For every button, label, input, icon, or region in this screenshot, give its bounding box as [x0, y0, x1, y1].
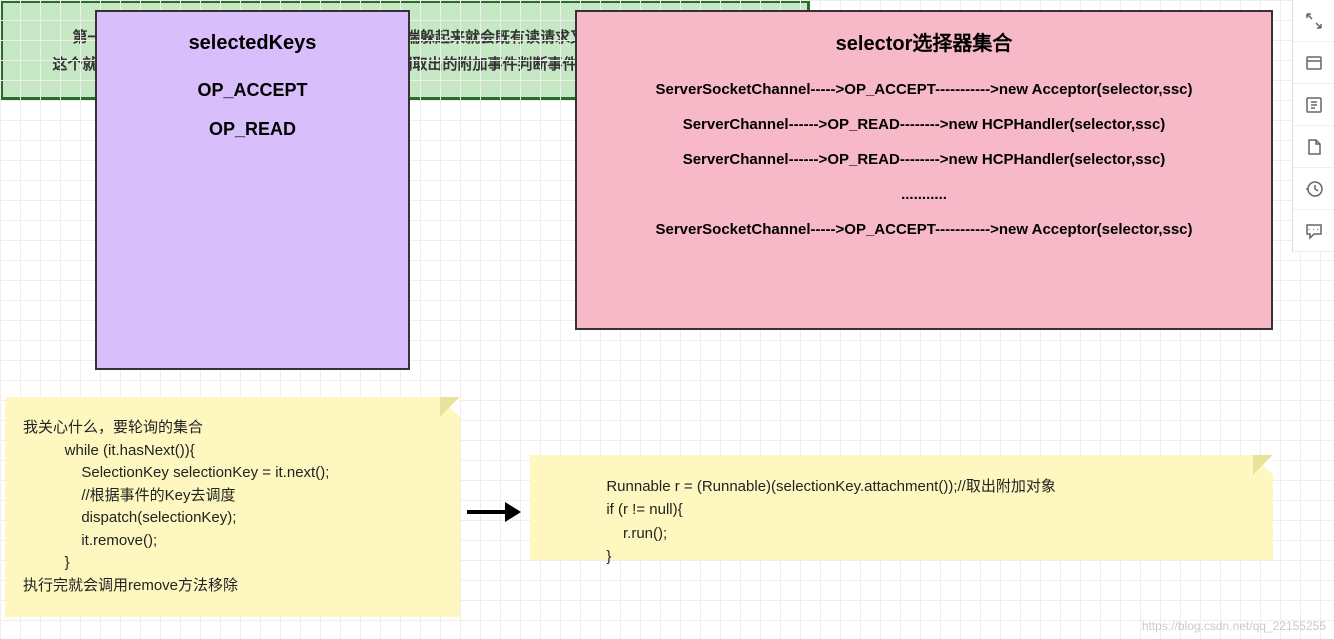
- layout-button[interactable]: [1293, 42, 1334, 84]
- watermark: https://blog.csdn.net/qq_22155255: [1142, 619, 1326, 633]
- expand-icon: [1304, 11, 1324, 31]
- arrow-head: [505, 502, 521, 522]
- expand-button[interactable]: [1293, 0, 1334, 42]
- selector-collection-box: selector选择器集合 ServerSocketChannel----->O…: [575, 10, 1273, 330]
- selector-line-1: ServerSocketChannel----->OP_ACCEPT------…: [577, 81, 1271, 98]
- arrow-line: [467, 510, 507, 514]
- code-note-right: Runnable r = (Runnable)(selectionKey.att…: [530, 455, 1273, 560]
- page-button[interactable]: [1293, 126, 1334, 168]
- op-accept-label: OP_ACCEPT: [97, 80, 408, 101]
- side-toolbar: ···: [1292, 0, 1334, 252]
- selected-keys-title: selectedKeys: [97, 32, 408, 55]
- comment-button[interactable]: ···: [1293, 210, 1334, 252]
- selector-line-2: ServerChannel------>OP_READ-------->new …: [577, 116, 1271, 133]
- layout-icon: [1304, 53, 1324, 73]
- reader-icon: [1304, 95, 1324, 115]
- op-read-label: OP_READ: [97, 119, 408, 140]
- selector-line-4: ...........: [577, 186, 1271, 203]
- selector-line-5: ServerSocketChannel----->OP_ACCEPT------…: [577, 221, 1271, 238]
- code-note-right-text: Runnable r = (Runnable)(selectionKey.att…: [548, 478, 1056, 565]
- selector-line-3: ServerChannel------>OP_READ-------->new …: [577, 151, 1271, 168]
- selected-keys-box: selectedKeys OP_ACCEPT OP_READ: [95, 10, 410, 370]
- reader-button[interactable]: [1293, 84, 1334, 126]
- page-icon: [1304, 137, 1324, 157]
- flow-arrow: [467, 502, 522, 522]
- code-note-left: 我关心什么，要轮询的集合 while (it.hasNext()){ Selec…: [5, 397, 460, 617]
- comment-dots: ···: [1308, 224, 1321, 235]
- code-note-left-text: 我关心什么，要轮询的集合 while (it.hasNext()){ Selec…: [23, 419, 329, 594]
- selector-collection-title: selector选择器集合: [577, 27, 1271, 56]
- history-button[interactable]: [1293, 168, 1334, 210]
- history-icon: [1304, 179, 1324, 199]
